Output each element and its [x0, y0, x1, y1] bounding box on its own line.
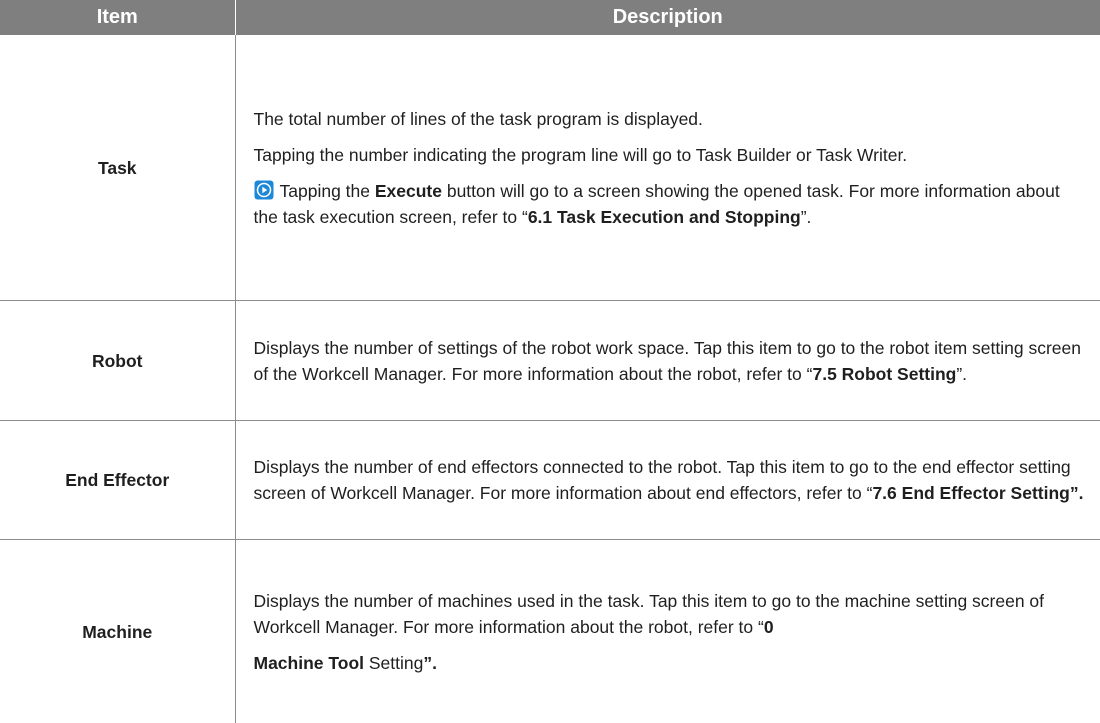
task-desc-line-3: Tapping the Execute button will go to a …: [254, 178, 1087, 230]
task-desc-line-2: Tapping the number indicating the progra…: [254, 142, 1087, 168]
robot-desc: Displays the number of settings of the r…: [254, 335, 1087, 387]
machine-tool-label: Machine Tool: [254, 653, 365, 673]
robot-setting-reference: 7.5 Robot Setting: [812, 364, 956, 384]
description-cell-task: The total number of lines of the task pr…: [235, 35, 1100, 301]
description-cell-robot: Displays the number of settings of the r…: [235, 301, 1100, 421]
item-cell-end-effector: End Effector: [0, 421, 235, 540]
execute-play-icon: [254, 180, 274, 200]
item-cell-machine: Machine: [0, 540, 235, 723]
end-effector-desc: Displays the number of end effectors con…: [254, 454, 1087, 506]
end-effector-setting-reference: 7.6 End Effector Setting”.: [872, 483, 1083, 503]
machine-desc-line-2: Machine Tool Setting”.: [254, 650, 1087, 676]
table-row-task: Task The total number of lines of the ta…: [0, 35, 1100, 301]
header-item: Item: [0, 0, 235, 35]
table-row-robot: Robot Displays the number of settings of…: [0, 301, 1100, 421]
task-desc-text: Tapping the: [280, 181, 375, 201]
execute-label: Execute: [375, 181, 442, 201]
machine-desc: Displays the number of machines used in …: [254, 588, 1087, 640]
description-cell-end-effector: Displays the number of end effectors con…: [235, 421, 1100, 540]
table-row-machine: Machine Displays the number of machines …: [0, 540, 1100, 723]
machine-desc-closing: ”.: [423, 653, 437, 673]
table-header-row: Item Description: [0, 0, 1100, 35]
description-table: Item Description Task The total number o…: [0, 0, 1100, 723]
task-desc-text: ”.: [801, 207, 812, 227]
task-desc-line-1: The total number of lines of the task pr…: [254, 106, 1087, 132]
machine-desc-text: Displays the number of machines used in …: [254, 591, 1045, 637]
robot-desc-text: ”.: [956, 364, 967, 384]
task-execution-reference: 6.1 Task Execution and Stopping: [528, 207, 801, 227]
item-cell-robot: Robot: [0, 301, 235, 421]
description-cell-machine: Displays the number of machines used in …: [235, 540, 1100, 723]
machine-desc-text: Setting: [364, 653, 423, 673]
machine-reference-number: 0: [764, 617, 774, 637]
table-row-end-effector: End Effector Displays the number of end …: [0, 421, 1100, 540]
header-description: Description: [235, 0, 1100, 35]
item-cell-task: Task: [0, 35, 235, 301]
